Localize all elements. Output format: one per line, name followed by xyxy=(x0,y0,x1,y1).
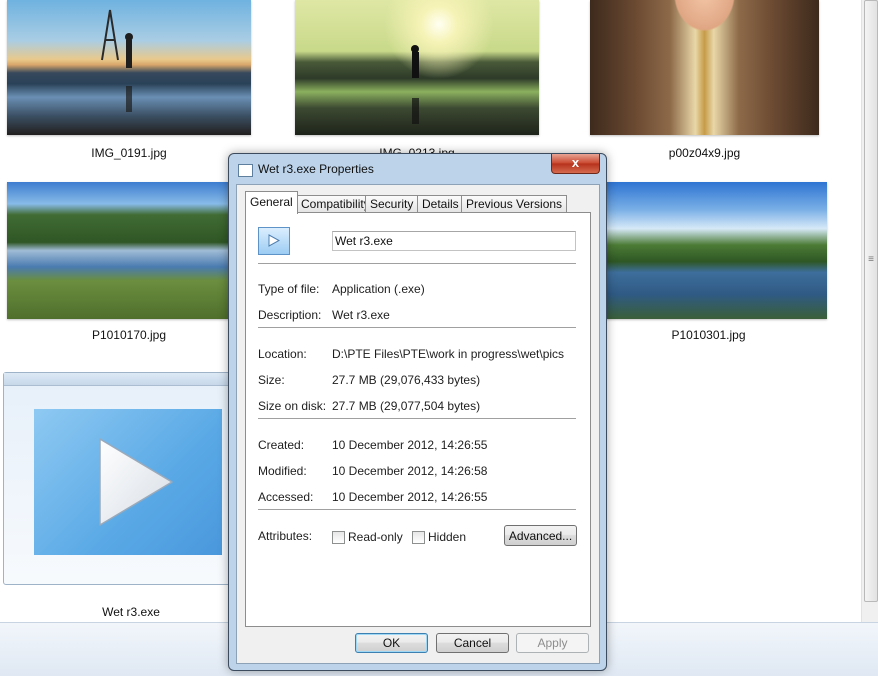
size-label: Size: xyxy=(258,373,285,387)
file-name-input[interactable] xyxy=(332,231,576,251)
readonly-label[interactable]: Read-only xyxy=(348,530,403,544)
scrollbar-thumb[interactable]: ≡ xyxy=(864,0,878,602)
application-file-icon xyxy=(258,227,290,255)
properties-dialog: Wet r3.exe Properties x General Compatib… xyxy=(228,153,607,671)
dialog-title: Wet r3.exe Properties xyxy=(258,162,374,176)
dialog-window-icon xyxy=(238,164,253,177)
dialog-body: General Compatibility Security Details P… xyxy=(236,184,600,664)
vertical-scrollbar[interactable]: ≡ xyxy=(861,0,878,622)
file-caption[interactable]: P1010301.jpg xyxy=(590,328,827,342)
accessed-value: 10 December 2012, 14:26:55 xyxy=(332,490,488,504)
divider xyxy=(258,418,576,420)
hidden-checkbox[interactable] xyxy=(412,531,425,544)
attributes-label: Attributes: xyxy=(258,529,313,543)
divider xyxy=(258,327,576,329)
scrollbar-grip-icon: ≡ xyxy=(868,254,874,265)
divider xyxy=(258,263,576,265)
modified-value: 10 December 2012, 14:26:58 xyxy=(332,464,488,478)
hidden-label[interactable]: Hidden xyxy=(428,530,466,544)
tab-security[interactable]: Security xyxy=(365,195,419,213)
type-label: Type of file: xyxy=(258,282,320,296)
thumbnail-p00z04x9[interactable] xyxy=(590,0,819,135)
play-icon xyxy=(268,234,280,247)
thumbnail-p1010170[interactable] xyxy=(7,182,251,319)
description-label: Description: xyxy=(258,308,322,322)
file-caption[interactable]: Wet r3.exe xyxy=(3,605,259,619)
file-caption[interactable]: IMG_0191.jpg xyxy=(7,146,251,160)
tab-general[interactable]: General xyxy=(245,191,298,214)
accessed-label: Accessed: xyxy=(258,490,314,504)
created-value: 10 December 2012, 14:26:55 xyxy=(332,438,488,452)
general-tab-panel: Type of file: Application (.exe) Descrip… xyxy=(245,212,591,627)
play-icon xyxy=(99,438,173,526)
tab-details[interactable]: Details xyxy=(417,195,464,213)
file-caption[interactable]: P1010170.jpg xyxy=(7,328,251,342)
thumbnail-img-0191[interactable] xyxy=(7,0,251,135)
cancel-button[interactable]: Cancel xyxy=(436,633,509,653)
apply-button[interactable]: Apply xyxy=(516,633,589,653)
thumbnail-art xyxy=(411,45,419,124)
ok-button[interactable]: OK xyxy=(355,633,428,653)
tab-compatibility[interactable]: Compatibility xyxy=(296,195,375,213)
type-value: Application (.exe) xyxy=(332,282,425,296)
thumbnail-img-0213[interactable] xyxy=(295,0,539,135)
close-button[interactable]: x xyxy=(551,154,600,174)
advanced-button[interactable]: Advanced... xyxy=(504,525,577,546)
file-caption[interactable]: p00z04x9.jpg xyxy=(590,146,819,160)
video-file-thumbnail[interactable] xyxy=(3,372,234,585)
description-value: Wet r3.exe xyxy=(332,308,390,322)
created-label: Created: xyxy=(258,438,305,452)
tab-previous-versions[interactable]: Previous Versions xyxy=(461,195,568,213)
size-on-disk-label: Size on disk: xyxy=(258,399,327,413)
size-on-disk-value: 27.7 MB (29,077,504 bytes) xyxy=(332,399,481,413)
video-screen xyxy=(34,409,222,555)
location-label: Location: xyxy=(258,347,307,361)
thumbnail-art xyxy=(101,9,133,112)
modified-label: Modified: xyxy=(258,464,307,478)
video-frame-titlebar xyxy=(4,373,233,386)
thumbnail-p1010301[interactable] xyxy=(590,182,827,319)
location-value: D:\PTE Files\PTE\work in progress\wet\pi… xyxy=(332,347,565,361)
readonly-checkbox[interactable] xyxy=(332,531,345,544)
size-value: 27.7 MB (29,076,433 bytes) xyxy=(332,373,481,387)
divider xyxy=(258,509,576,511)
